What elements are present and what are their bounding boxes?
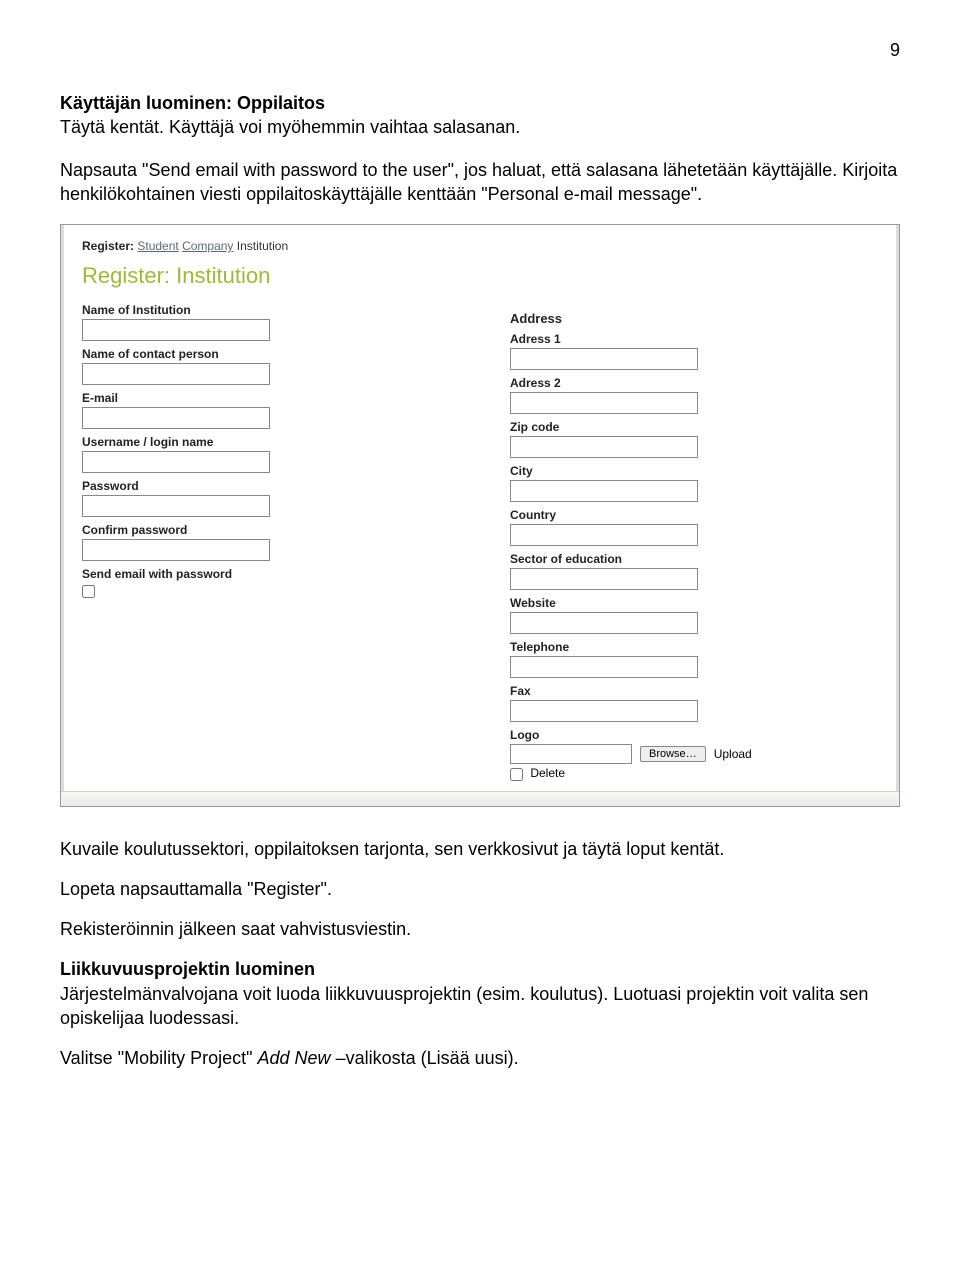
after-para-5b: –valikosta (Lisää uusi). — [331, 1048, 519, 1068]
checkbox-delete-logo[interactable] — [510, 768, 523, 781]
register-heading: Register: Institution — [82, 263, 878, 289]
label-name-institution: Name of Institution — [82, 303, 450, 317]
label-address2: Adress 2 — [510, 376, 878, 390]
after-para-1: Kuvaile koulutussektori, oppilaitoksen t… — [60, 837, 900, 861]
after-para-4-title: Liikkuvuusprojektin luominen — [60, 959, 315, 979]
form-left-column: Name of Institution Name of contact pers… — [82, 303, 450, 786]
label-contact-person: Name of contact person — [82, 347, 450, 361]
form-right-column: Address Adress 1 Adress 2 Zip code C — [510, 303, 878, 786]
label-telephone: Telephone — [510, 640, 878, 654]
input-logo-file[interactable] — [510, 744, 632, 764]
label-fax: Fax — [510, 684, 878, 698]
upload-label[interactable]: Upload — [714, 747, 752, 761]
input-contact-person[interactable] — [82, 363, 270, 385]
label-country: Country — [510, 508, 878, 522]
after-para-5a: Valitse "Mobility Project" — [60, 1048, 258, 1068]
register-nav: Register: Student Company Institution — [82, 239, 878, 253]
after-para-2: Lopeta napsauttamalla "Register". — [60, 877, 900, 901]
label-address: Address — [510, 311, 878, 326]
input-country[interactable] — [510, 524, 698, 546]
label-zip: Zip code — [510, 420, 878, 434]
input-username[interactable] — [82, 451, 270, 473]
after-para-5: Valitse "Mobility Project" Add New –vali… — [60, 1046, 900, 1070]
form-screenshot: Register: Student Company Institution Re… — [60, 224, 900, 806]
label-website: Website — [510, 596, 878, 610]
label-send-email: Send email with password — [82, 567, 450, 581]
register-nav-institution: Institution — [237, 239, 288, 253]
register-nav-student[interactable]: Student — [137, 239, 178, 253]
register-nav-company[interactable]: Company — [182, 239, 233, 253]
label-email: E-mail — [82, 391, 450, 405]
input-email[interactable] — [82, 407, 270, 429]
input-city[interactable] — [510, 480, 698, 502]
register-nav-label: Register: — [82, 239, 134, 253]
label-password: Password — [82, 479, 450, 493]
label-confirm-password: Confirm password — [82, 523, 450, 537]
input-address2[interactable] — [510, 392, 698, 414]
input-password[interactable] — [82, 495, 270, 517]
after-para-4-body: Järjestelmänvalvojana voit luoda liikkuv… — [60, 984, 868, 1028]
input-name-institution[interactable] — [82, 319, 270, 341]
input-confirm-password[interactable] — [82, 539, 270, 561]
label-address1: Adress 1 — [510, 332, 878, 346]
input-address1[interactable] — [510, 348, 698, 370]
label-username: Username / login name — [82, 435, 450, 449]
input-telephone[interactable] — [510, 656, 698, 678]
intro-block: Käyttäjän luominen: Oppilaitos Täytä ken… — [60, 91, 900, 140]
input-zip[interactable] — [510, 436, 698, 458]
paragraph-2: Napsauta "Send email with password to th… — [60, 158, 900, 207]
label-logo: Logo — [510, 728, 878, 742]
after-para-3: Rekisteröinnin jälkeen saat vahvistusvie… — [60, 917, 900, 941]
input-website[interactable] — [510, 612, 698, 634]
section-title: Käyttäjän luominen: Oppilaitos — [60, 93, 325, 113]
after-para-4: Liikkuvuusprojektin luominen Järjestelmä… — [60, 957, 900, 1030]
label-sector: Sector of education — [510, 552, 878, 566]
label-delete: Delete — [530, 766, 565, 780]
page-number: 9 — [60, 40, 900, 61]
input-fax[interactable] — [510, 700, 698, 722]
intro-line: Täytä kentät. Käyttäjä voi myöhemmin vai… — [60, 117, 520, 137]
after-para-5-ital: Add New — [258, 1048, 331, 1068]
checkbox-send-email[interactable] — [82, 585, 95, 598]
browser-status-bar — [61, 791, 899, 806]
label-city: City — [510, 464, 878, 478]
browse-button[interactable]: Browse… — [640, 746, 706, 762]
input-sector[interactable] — [510, 568, 698, 590]
